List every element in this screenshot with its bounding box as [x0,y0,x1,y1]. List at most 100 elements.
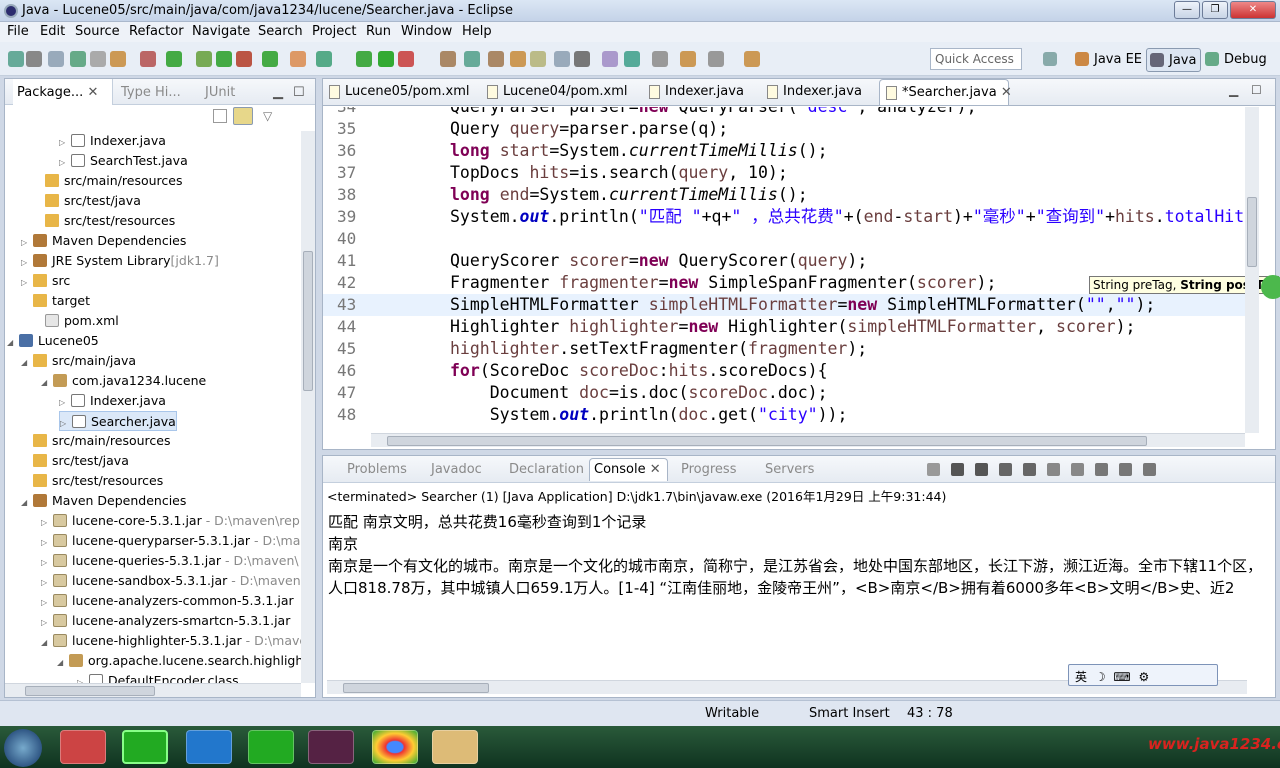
toolbar-button-icon[interactable] [652,51,668,67]
toolbar-button-icon[interactable] [356,51,372,67]
toolbar-button-icon[interactable] [440,51,456,67]
console-toolbar-icon[interactable] [1095,463,1108,476]
ime-toolbar[interactable]: 英 ☽ ⌨ ⚙ [1068,664,1218,686]
editor-tab[interactable]: Indexer.java [761,79,871,105]
expand-toggle-icon[interactable]: ▷ [59,133,71,153]
console-tab-servers[interactable]: Servers [765,462,814,477]
tree-vertical-scrollbar[interactable] [301,131,315,683]
tree-item[interactable]: ◢ com.java1234.lucene [41,371,206,391]
code-line[interactable]: 41 QueryScorer scorer=new QueryScorer(que… [323,250,1245,272]
toolbar-button-icon[interactable] [48,51,64,67]
tree-item[interactable]: ▷ SearchTest.java [59,151,188,171]
code-line[interactable]: 38 long end=System.currentTimeMillis(); [323,184,1245,206]
toolbar-button-icon[interactable] [110,51,126,67]
tree-item[interactable]: ▷ lucene-sandbox-5.3.1.jar - D:\maven [41,571,301,591]
taskbar-app-icon[interactable] [122,730,168,764]
maximize-editor-icon[interactable]: ☐ [1251,83,1262,97]
editor-tab[interactable]: Indexer.java [643,79,753,105]
close-button[interactable]: ✕ [1230,1,1276,19]
expand-toggle-icon[interactable]: ▷ [41,593,53,613]
console-toolbar-icon[interactable] [951,463,964,476]
taskbar-app-icon[interactable] [60,730,106,764]
start-button[interactable] [4,729,42,767]
taskbar-chrome-icon[interactable] [372,730,418,764]
tree-item[interactable]: ◢ Maven Dependencies [21,491,186,511]
minimize-button[interactable]: — [1174,1,1200,19]
tree-item[interactable]: ◢ Lucene05 [7,331,99,351]
tree-item[interactable]: ▷ Indexer.java [59,131,166,151]
toolbar-button-icon[interactable] [26,51,42,67]
view-menu-icon[interactable]: ▽ [263,109,277,123]
tab-package-explorer[interactable]: Package... ✕ [13,79,113,105]
code-line[interactable]: 40 [323,228,1245,250]
expand-toggle-icon[interactable]: ▷ [41,613,53,633]
expand-toggle-icon[interactable]: ▷ [41,553,53,573]
toolbar-button-icon[interactable] [530,51,546,67]
expand-toggle-icon[interactable]: ▷ [21,233,33,253]
toolbar-button-icon[interactable] [196,51,212,67]
tree-item[interactable]: src/test/java [33,191,141,211]
console-tab-javadoc[interactable]: Javadoc [431,462,482,477]
floating-assist-icon[interactable] [1261,275,1280,299]
menu-refactor[interactable]: Refactor [129,24,184,39]
toolbar-button-icon[interactable] [624,51,640,67]
tree-item[interactable]: ▷ src [21,271,70,291]
open-perspective-button[interactable] [1040,48,1057,72]
close-icon[interactable]: ✕ [87,85,98,100]
console-toolbar-icon[interactable] [999,463,1012,476]
toolbar-button-icon[interactable] [262,51,278,67]
expand-toggle-icon[interactable]: ▷ [59,153,71,173]
toolbar-button-icon[interactable] [90,51,106,67]
toolbar-button-icon[interactable] [290,51,306,67]
toolbar-button-icon[interactable] [554,51,570,67]
code-line[interactable]: 43 SimpleHTMLFormatter simpleHTMLFormatte… [323,294,1245,316]
code-line[interactable]: 45 highlighter.setTextFragmenter(fragment… [323,338,1245,360]
toolbar-button-icon[interactable] [574,51,590,67]
tree-item[interactable]: ▷ JRE System Library[jdk1.7] [21,251,219,271]
perspective-debug[interactable]: Debug [1202,48,1271,72]
expand-toggle-icon[interactable]: ◢ [21,353,33,373]
console-toolbar-icon[interactable] [1023,463,1036,476]
console-toolbar-icon[interactable] [975,463,988,476]
expand-toggle-icon[interactable]: ▷ [21,253,33,273]
code-line[interactable]: 36 long start=System.currentTimeMillis(); [323,140,1245,162]
close-icon[interactable]: ✕ [1001,85,1012,100]
code-line[interactable]: 47 Document doc=is.doc(scoreDoc.doc); [323,382,1245,404]
taskbar-explorer-icon[interactable] [432,730,478,764]
console-tab-problems[interactable]: Problems [347,462,407,477]
expand-toggle-icon[interactable]: ▷ [41,533,53,553]
toolbar-button-icon[interactable] [378,51,394,67]
code-line[interactable]: 46 for(ScoreDoc scoreDoc:hits.scoreDocs){ [323,360,1245,382]
code-line[interactable]: 39 System.out.println("匹配 "+q+" ，总共花费"+(e… [323,206,1245,228]
toolbar-button-icon[interactable] [166,51,182,67]
code-line[interactable]: 34 QueryParser parser=new QueryParser("de… [323,107,1245,118]
tree-item[interactable]: ▷ Indexer.java [59,391,166,411]
code-area[interactable]: 34QueryParser parser=new QueryParser("de… [323,107,1245,433]
console-toolbar-icon[interactable] [1119,463,1132,476]
perspective-java[interactable]: Java [1146,48,1202,72]
taskbar-app-icon[interactable] [248,730,294,764]
editor-vertical-scrollbar[interactable] [1245,107,1259,433]
tree-item[interactable]: ▷ lucene-queryparser-5.3.1.jar - D:\ma [41,531,300,551]
tree-item[interactable]: pom.xml [33,311,119,331]
menu-help[interactable]: Help [462,24,492,39]
toolbar-button-icon[interactable] [8,51,24,67]
expand-toggle-icon[interactable]: ◢ [57,653,69,673]
expand-toggle-icon[interactable]: ▷ [41,573,53,593]
toolbar-button-icon[interactable] [236,51,252,67]
tree-item[interactable]: ▷ lucene-analyzers-smartcn-5.3.1.jar [41,611,290,631]
expand-toggle-icon[interactable]: ◢ [41,633,53,653]
close-icon[interactable]: ✕ [650,462,661,477]
console-tab-declaration[interactable]: Declaration [509,462,584,477]
tree-horizontal-scrollbar[interactable] [5,683,301,697]
console-toolbar-icon[interactable] [1047,463,1060,476]
taskbar-eclipse-icon[interactable] [308,730,354,764]
perspective-java-ee[interactable]: Java EE [1072,48,1146,72]
maximize-panel-icon[interactable]: ☐ [293,79,305,105]
tree-item[interactable]: ▷ Maven Dependencies [21,231,186,251]
tree-item[interactable]: target [21,291,90,311]
code-line[interactable]: 44 Highlighter highlighter=new Highlighte… [323,316,1245,338]
menu-navigate[interactable]: Navigate [192,24,250,39]
toolbar-button-icon[interactable] [510,51,526,67]
console-tab-progress[interactable]: Progress [681,462,736,477]
